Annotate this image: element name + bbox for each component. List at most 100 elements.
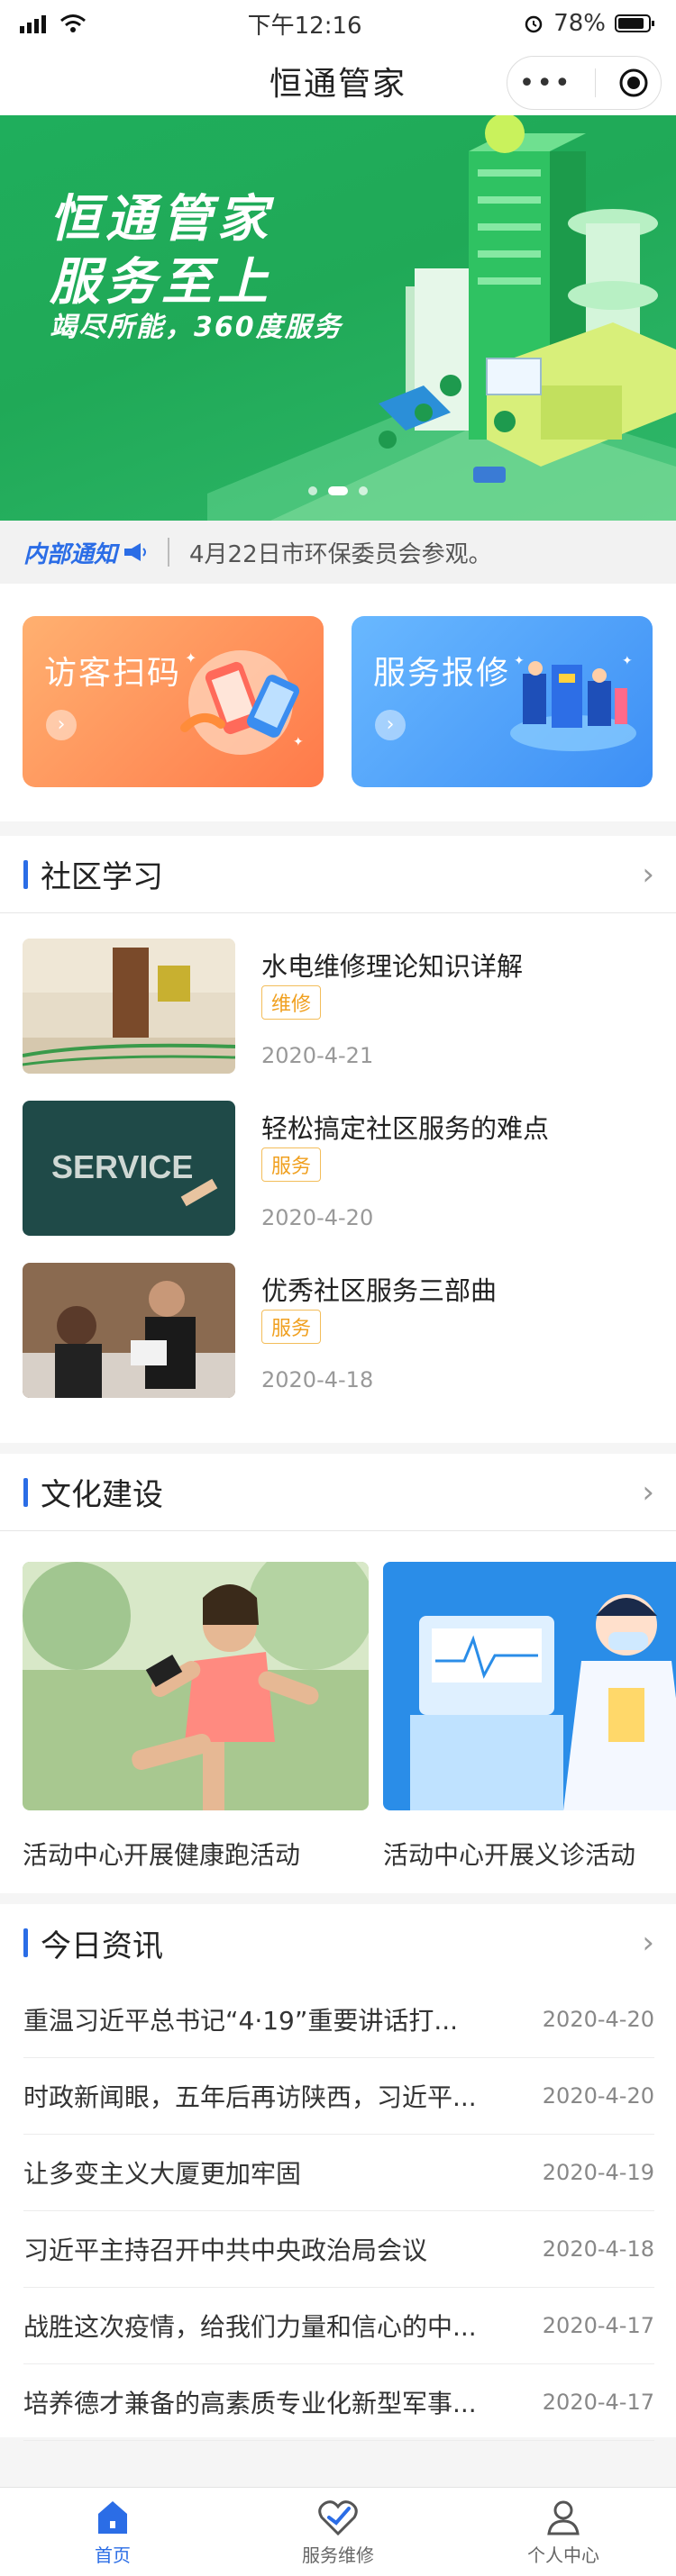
news-section: 今日资讯 › 重温习近平总书记“4·19”重要讲话打... 2020-4-20 … [0,1904,676,2441]
notice-text: 4月22日市环保委员会参观。 [189,540,492,568]
nav-bar: 恒通管家 ••• [0,47,676,115]
activity-image [383,1562,676,1810]
notice-tag-label: 内部通知 [23,540,118,568]
phone-scan-illustration: ✦✦ [180,649,304,755]
carousel-dot-active[interactable] [328,486,348,495]
news-item[interactable]: 培养德才兼备的高素质专业化新型军事... 2020-4-17 [23,2364,654,2441]
culture-title: 文化建设 [23,1470,163,1514]
chevron-right-icon[interactable]: › [642,1925,654,1961]
tab-profile-label: 个人中心 [527,2544,599,2566]
learning-header[interactable]: 社区学习 › [0,836,676,913]
news-title-text: 习近平主持召开中共中央政治局会议 [23,2236,428,2265]
megaphone-icon [124,543,147,561]
wifi-icon [60,14,86,32]
banner-title-line2: 服务至上 [50,253,273,312]
article-title: 水电维修理论知识详解 [261,951,524,982]
news-title-text: 让多变主义大厦更加牢固 [23,2159,302,2189]
list-item[interactable]: 优秀社区服务三部曲 服务 2020-4-18 [23,1263,653,1400]
news-date: 2020-4-17 [542,2313,654,2338]
tab-bar: 首页 服务维修 个人中心 [0,2487,676,2576]
activity-caption: 活动中心开展健康跑活动 [23,1840,301,1870]
article-thumbnail [23,939,235,1074]
news-item[interactable]: 习近平主持召开中共中央政治局会议 2020-4-18 [23,2211,654,2288]
user-icon [547,2500,580,2535]
service-word-art: SERVICE [51,1148,193,1185]
visitor-scan-card[interactable]: 访客扫码 › ✦ ✦ [23,616,324,787]
chevron-right-icon[interactable]: › [642,1474,654,1510]
home-icon [98,2500,127,2534]
article-title: 优秀社区服务三部曲 [261,1275,498,1306]
chevron-right-icon: › [375,710,406,740]
tab-service-repair-label: 服务维修 [302,2544,374,2566]
article-date: 2020-4-18 [261,1367,374,1392]
activity-card[interactable]: 活动中心开展义诊活动 [383,1562,676,1872]
news-header[interactable]: 今日资讯 › [0,1904,676,1982]
news-title-text: 培养德才兼备的高素质专业化新型军事... [23,2389,477,2418]
article-date: 2020-4-20 [261,1205,374,1230]
svg-text:✦: ✦ [622,654,633,668]
article-tag: 维修 [261,985,322,1020]
status-time: 下午12:16 [247,12,362,40]
banner-title-line1: 恒通管家 [50,190,273,249]
signal-icon [20,15,46,33]
activity-caption: 活动中心开展义诊活动 [383,1840,636,1870]
learning-section: 社区学习 › 水电维修理论知识详解 维修 2020-4-21 SERVICE 轻… [0,836,676,1443]
learning-title: 社区学习 [23,852,163,896]
service-repair-label: 服务报修 [373,655,511,692]
activity-card[interactable]: 活动中心开展健康跑活动 [23,1562,369,1872]
tab-profile[interactable]: 个人中心 [451,2488,676,2576]
news-title-text: 战胜这次疫情，给我们力量和信心的中... [23,2312,477,2342]
repair-team-illustration: ✦ ✦ [510,654,636,751]
news-title-text: 时政新闻眼，五年后再访陕西，习近平... [23,2082,477,2112]
more-icon[interactable]: ••• [519,68,572,99]
svg-text:✦: ✦ [185,649,196,667]
battery-icon [614,14,654,32]
status-bar: 下午12:16 78% [0,0,676,47]
culture-header[interactable]: 文化建设 › [0,1454,676,1531]
list-item[interactable]: 水电维修理论知识详解 维修 2020-4-21 [23,939,653,1075]
news-date: 2020-4-20 [542,2007,654,2032]
notice-bar[interactable]: 内部通知 4月22日市环保委员会参观。 [0,521,676,584]
heart-check-icon [318,2499,358,2535]
news-date: 2020-4-19 [542,2160,654,2185]
visitor-scan-label: 访客扫码 [44,655,182,692]
chevron-right-icon: › [46,710,77,740]
tab-home-label: 首页 [95,2544,131,2566]
news-item[interactable]: 战胜这次疫情，给我们力量和信心的中... 2020-4-17 [23,2288,654,2364]
svg-text:✦: ✦ [293,735,304,749]
carousel-dot[interactable] [308,486,317,495]
quick-actions: 访客扫码 › ✦ ✦ 服务报修 › ✦ ✦ [0,584,676,821]
service-repair-card[interactable]: 服务报修 › ✦ ✦ [352,616,653,787]
page-title: 恒通管家 [269,66,407,103]
news-date: 2020-4-18 [542,2236,654,2262]
banner-tagline: 竭尽所能，360度服务 [50,312,343,343]
close-miniprogram-icon[interactable] [618,68,649,98]
hero-banner[interactable]: 恒通管家 服务至上 竭尽所能，360度服务 [0,115,676,521]
news-date: 2020-4-20 [542,2083,654,2109]
article-thumbnail: SERVICE [23,1101,235,1236]
battery-percent: 78% [553,10,606,37]
news-item[interactable]: 让多变主义大厦更加牢固 2020-4-19 [23,2135,654,2211]
svg-text:✦: ✦ [514,654,525,668]
tab-service-repair[interactable]: 服务维修 [225,2488,451,2576]
article-tag: 服务 [261,1310,322,1344]
article-date: 2020-4-21 [261,1043,374,1068]
notice-tag: 内部通知 [23,536,148,569]
news-title-text: 重温习近平总书记“4·19”重要讲话打... [23,2006,459,2036]
activity-image [23,1562,369,1810]
notice-divider [168,538,170,567]
article-thumbnail [23,1263,235,1398]
carousel-indicator [0,486,676,495]
list-item[interactable]: SERVICE 轻松搞定社区服务的难点 服务 2020-4-20 [23,1101,653,1238]
tab-home[interactable]: 首页 [0,2488,225,2576]
article-tag: 服务 [261,1147,322,1182]
miniprogram-capsule: ••• [507,56,662,110]
chevron-right-icon[interactable]: › [642,857,654,893]
news-title: 今日资讯 [23,1921,163,1965]
carousel-dot[interactable] [359,486,368,495]
news-item[interactable]: 重温习近平总书记“4·19”重要讲话打... 2020-4-20 [23,1982,654,2058]
news-item[interactable]: 时政新闻眼，五年后再访陕西，习近平... 2020-4-20 [23,2058,654,2135]
alarm-icon [525,15,543,33]
news-date: 2020-4-17 [542,2390,654,2415]
culture-section: 文化建设 › 活动中心开展健康跑活动 活动中心开展义诊活动 [0,1454,676,1893]
